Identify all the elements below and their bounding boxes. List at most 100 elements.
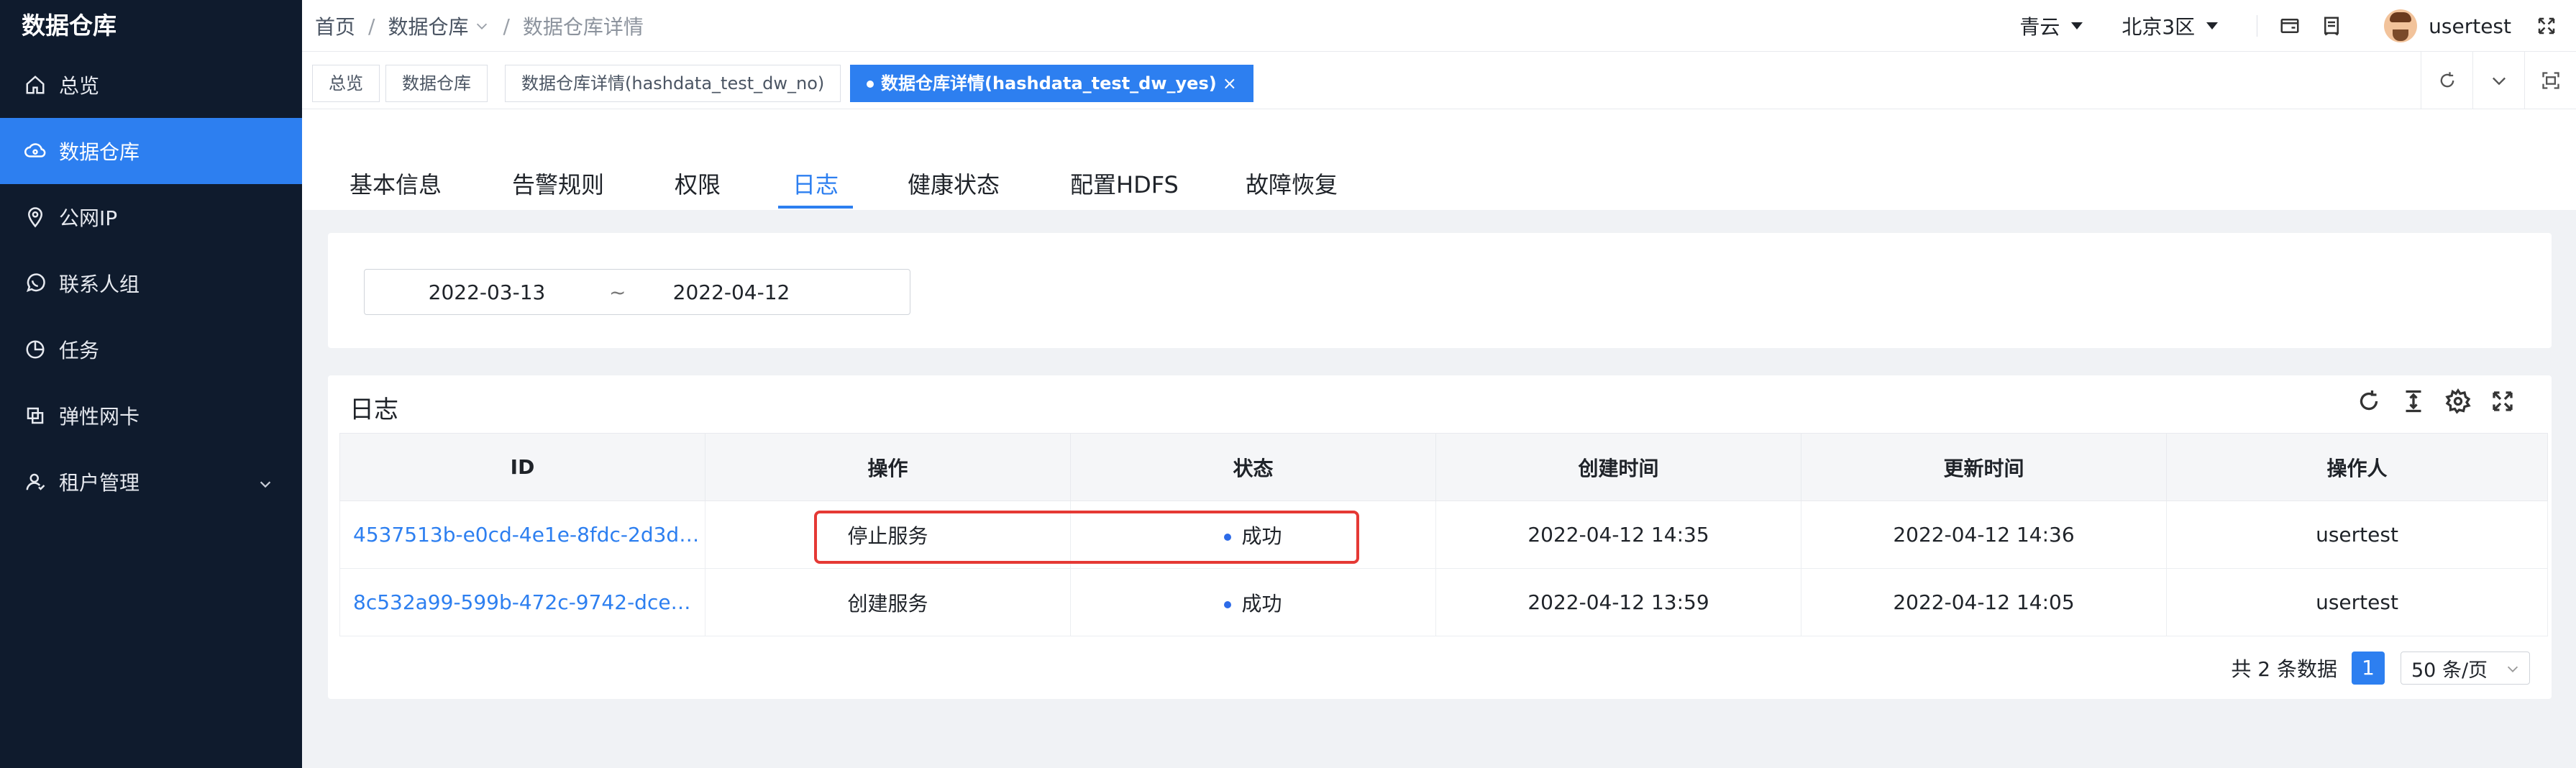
region-label: 北京3区 (2121, 15, 2196, 39)
active-tab-underline (778, 206, 853, 209)
refresh-icon (2440, 72, 2454, 88)
sidebar-item-tasks[interactable]: 任务 (0, 316, 302, 383)
page-tab-data-warehouse[interactable]: 数据仓库 (385, 65, 488, 102)
top-header: 首页 / 数据仓库 / 数据仓库详情 青云 北京3区 usertest (302, 0, 2576, 52)
fullscreen-icon[interactable] (2536, 15, 2557, 37)
username[interactable]: usertest (2429, 14, 2511, 38)
breadcrumb: 首页 / 数据仓库 / 数据仓库详情 (315, 0, 644, 52)
tab-basic-info[interactable]: 基本信息 (350, 167, 442, 200)
column-header-operator[interactable]: 操作人 (2166, 433, 2548, 501)
log-operator: usertest (2166, 568, 2548, 636)
page-tab-label: 数据仓库详情(hashdata_test_dw_no) (521, 73, 825, 93)
caret-down-icon (2206, 22, 2219, 29)
document-icon[interactable] (2321, 15, 2342, 37)
tab-permissions[interactable]: 权限 (675, 167, 721, 200)
column-header-status[interactable]: 状态 (1070, 433, 1436, 501)
caret-down-icon (2071, 22, 2083, 29)
column-header-created[interactable]: 创建时间 (1435, 433, 1801, 501)
sidebar-item-label: 总览 (59, 74, 100, 98)
page-tab-label: 数据仓库详情(hashdata_test_dw_yes) (881, 73, 1217, 93)
log-updated: 2022-04-12 14:05 (1801, 568, 2167, 636)
tab-dropdown-button[interactable] (2472, 52, 2524, 109)
log-operator: usertest (2166, 500, 2548, 569)
start-date[interactable]: 2022-03-13 (365, 280, 609, 304)
sidebar-item-label: 公网IP (59, 206, 118, 230)
status-text: 成功 (1241, 591, 1282, 616)
breadcrumb-current: 数据仓库详情 (522, 15, 644, 39)
breadcrumb-data-warehouse[interactable]: 数据仓库 (388, 12, 468, 40)
table-row: 4537513b-e0cd-4e1e-8fdc-2d3d9… 停止服务 成功 2… (339, 500, 2548, 569)
maximize-icon (2541, 72, 2559, 89)
sidebar-item-overview[interactable]: 总览 (0, 52, 302, 118)
sidebar-item-label: 联系人组 (59, 273, 140, 296)
region-selector[interactable]: 北京3区 (2121, 12, 2219, 40)
sidebar-item-tenant-management[interactable]: 租户管理 (0, 449, 302, 515)
close-icon[interactable]: × (1223, 73, 1237, 93)
pagination: 共 2 条数据 1 50 条/页 (2231, 650, 2530, 686)
log-created: 2022-04-12 14:35 (1435, 500, 1801, 569)
breadcrumb-separator: / (503, 14, 510, 38)
sidebar-item-elastic-nic[interactable]: 弹性网卡 (0, 383, 302, 449)
tab-alert-rules[interactable]: 告警规则 (512, 167, 604, 200)
sidebar-item-data-warehouse[interactable]: 数据仓库 (0, 118, 302, 184)
copy-icon (24, 405, 46, 426)
home-icon (24, 74, 46, 96)
log-created: 2022-04-12 13:59 (1435, 568, 1801, 636)
page-size-select[interactable]: 50 条/页 (2401, 652, 2530, 685)
status-dot (1224, 600, 1232, 608)
breadcrumb-home[interactable]: 首页 (315, 12, 355, 40)
refresh-tab-button[interactable] (2421, 52, 2472, 109)
log-toolbar (2337, 388, 2516, 414)
chevron-down-icon (2507, 666, 2518, 672)
log-id-link[interactable]: 4537513b-e0cd-4e1e-8fdc-2d3d9… (339, 500, 705, 569)
sidebar-item-contact-group[interactable]: 联系人组 (0, 250, 302, 316)
header-right: 青云 北京3区 usertest (2019, 0, 2576, 52)
log-id-link[interactable]: 8c532a99-599b-472c-9742-dce… (339, 568, 705, 636)
page-tab-overview[interactable]: 总览 (312, 65, 380, 102)
location-pin-icon (24, 206, 46, 228)
page-tab-label: 数据仓库 (402, 73, 471, 93)
tab-fault-recovery[interactable]: 故障恢复 (1246, 167, 1338, 200)
fullscreen-icon[interactable] (2490, 388, 2516, 414)
refresh-icon[interactable] (2356, 388, 2382, 414)
page-tab-strip: 总览 数据仓库 数据仓库详情(hashdata_test_dw_no) 数据仓库… (302, 52, 2576, 109)
tab-configure-hdfs[interactable]: 配置HDFS (1070, 167, 1179, 200)
date-range-picker[interactable]: 2022-03-13 ~ 2022-04-12 (364, 269, 910, 315)
sidebar-item-public-ip[interactable]: 公网IP (0, 184, 302, 250)
log-card: 日志 ID 操作 状态 创建时间 更新时间 操作人 4537513b-e0cd-… (328, 375, 2552, 699)
column-header-id[interactable]: ID (339, 433, 705, 501)
page-tab-detail-no[interactable]: 数据仓库详情(hashdata_test_dw_no) (505, 65, 841, 102)
zone-selector[interactable]: 青云 (2019, 12, 2083, 40)
log-status: 成功 (1070, 568, 1436, 636)
chat-phone-icon (24, 273, 46, 294)
chevron-down-icon (2492, 77, 2506, 86)
chevron-down-icon (257, 473, 273, 489)
tab-strip-tools (2421, 52, 2576, 109)
highlight-box (814, 511, 1359, 564)
column-header-operation[interactable]: 操作 (705, 433, 1071, 501)
page-button-1[interactable]: 1 (2352, 652, 2385, 685)
end-date[interactable]: 2022-04-12 (609, 280, 854, 304)
app-brand: 数据仓库 (22, 12, 117, 40)
breadcrumb-separator: / (368, 14, 375, 38)
total-count: 共 2 条数据 (2231, 657, 2337, 681)
pie-chart-icon (24, 339, 46, 360)
avatar[interactable] (2384, 9, 2418, 42)
log-operation: 创建服务 (705, 568, 1071, 636)
column-height-icon[interactable] (2401, 388, 2426, 414)
page-tab-detail-yes[interactable]: 数据仓库详情(hashdata_test_dw_yes) × (850, 65, 1253, 102)
zone-label: 青云 (2019, 15, 2060, 39)
tab-logs[interactable]: 日志 (793, 167, 839, 200)
sidebar-item-label: 任务 (59, 339, 100, 362)
tab-health-status[interactable]: 健康状态 (908, 167, 1000, 200)
sidebar-item-label: 租户管理 (59, 471, 140, 495)
maximize-tab-button[interactable] (2524, 52, 2576, 109)
user-icon (24, 471, 46, 493)
log-table: ID 操作 状态 创建时间 更新时间 操作人 4537513b-e0cd-4e1… (339, 433, 2548, 636)
page-tab-label: 总览 (329, 73, 363, 93)
column-header-updated[interactable]: 更新时间 (1801, 433, 2167, 501)
wallet-icon[interactable] (2279, 15, 2301, 37)
log-title: 日志 (350, 396, 398, 424)
gear-icon[interactable] (2445, 388, 2471, 414)
chevron-down-icon[interactable] (474, 18, 490, 34)
